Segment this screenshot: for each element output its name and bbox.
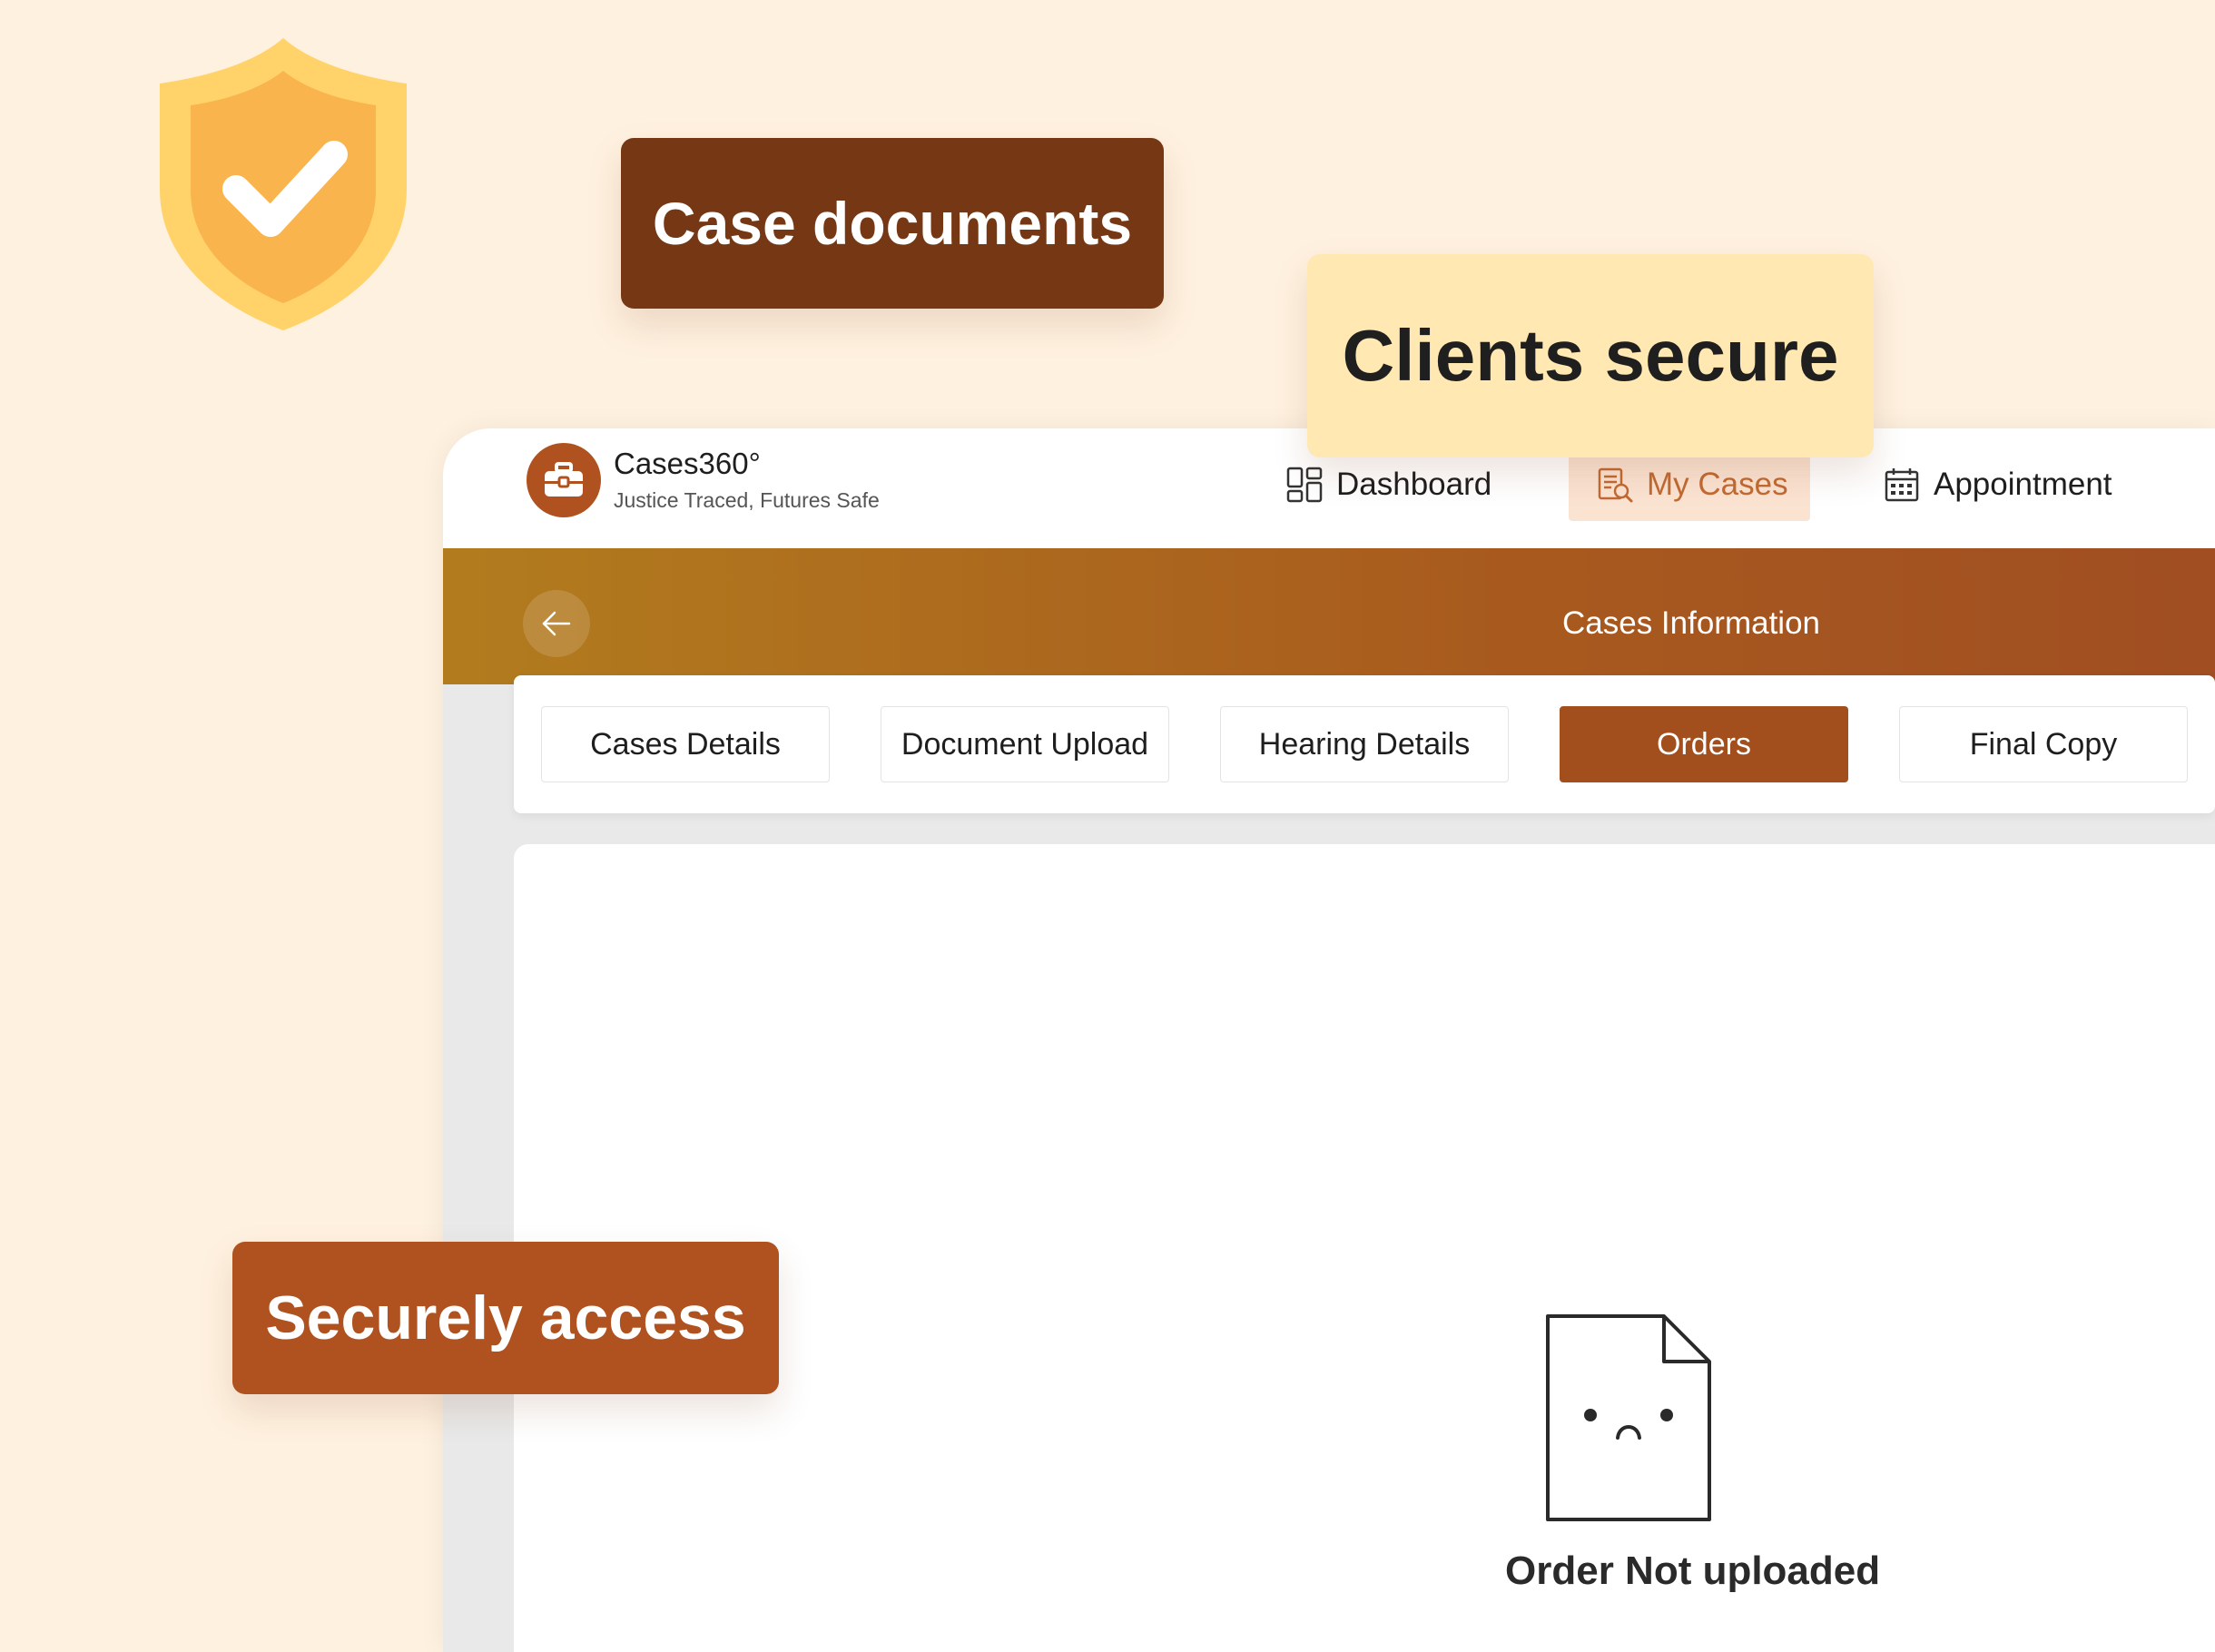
tab-label: Cases Details (590, 726, 781, 762)
empty-state-message: Order Not uploaded (1505, 1549, 1880, 1594)
nav-item-my-cases[interactable]: My Cases (1569, 448, 1810, 521)
sad-document-icon (1546, 1314, 1711, 1521)
securely-access-callout-text: Securely access (265, 1283, 746, 1352)
nav-item-appointment[interactable]: Appointment (1883, 448, 2112, 521)
nav-item-appointment-label: Appointment (1934, 467, 2112, 502)
arrow-left-icon (542, 611, 571, 636)
dashboard-icon (1286, 467, 1323, 503)
securely-access-callout: Securely access (232, 1242, 779, 1394)
brand-logo[interactable] (527, 443, 601, 517)
case-documents-callout: Case documents (621, 138, 1164, 309)
tab-label: Final Copy (1969, 726, 2118, 762)
tab-cases-details[interactable]: Cases Details (541, 706, 830, 782)
tab-orders[interactable]: Orders (1560, 706, 1848, 782)
brand-tagline: Justice Traced, Futures Safe (614, 488, 880, 512)
case-documents-callout-text: Case documents (652, 190, 1133, 257)
case-tabs: Cases Details Document Upload Hearing De… (514, 675, 2215, 813)
page-title: Cases Information (1562, 605, 1821, 641)
tab-final-copy[interactable]: Final Copy (1899, 706, 2188, 782)
shield-check-icon (160, 38, 407, 330)
brand-name: Cases360° (614, 447, 761, 480)
tab-label: Document Upload (901, 726, 1149, 762)
nav-item-dashboard[interactable]: Dashboard (1285, 448, 1491, 521)
tab-document-upload[interactable]: Document Upload (881, 706, 1169, 782)
tab-label: Orders (1657, 726, 1751, 762)
clients-secure-callout-text: Clients secure (1342, 315, 1839, 396)
empty-state-message-text: Order Not uploaded (1505, 1549, 1881, 1593)
nav-item-my-cases-label: My Cases (1647, 467, 1788, 502)
briefcase-icon (545, 462, 583, 497)
cases-icon (1598, 467, 1633, 503)
app-window: Cases360° Justice Traced, Futures Safe D… (443, 428, 2215, 1652)
clients-secure-callout: Clients secure (1307, 254, 1874, 457)
tab-hearing-details[interactable]: Hearing Details (1220, 706, 1509, 782)
back-button[interactable] (523, 590, 590, 657)
nav-item-dashboard-label: Dashboard (1336, 467, 1492, 502)
tab-label: Hearing Details (1258, 726, 1471, 762)
calendar-icon (1885, 468, 1919, 502)
cases-information-banner: Cases Information (443, 548, 2215, 684)
